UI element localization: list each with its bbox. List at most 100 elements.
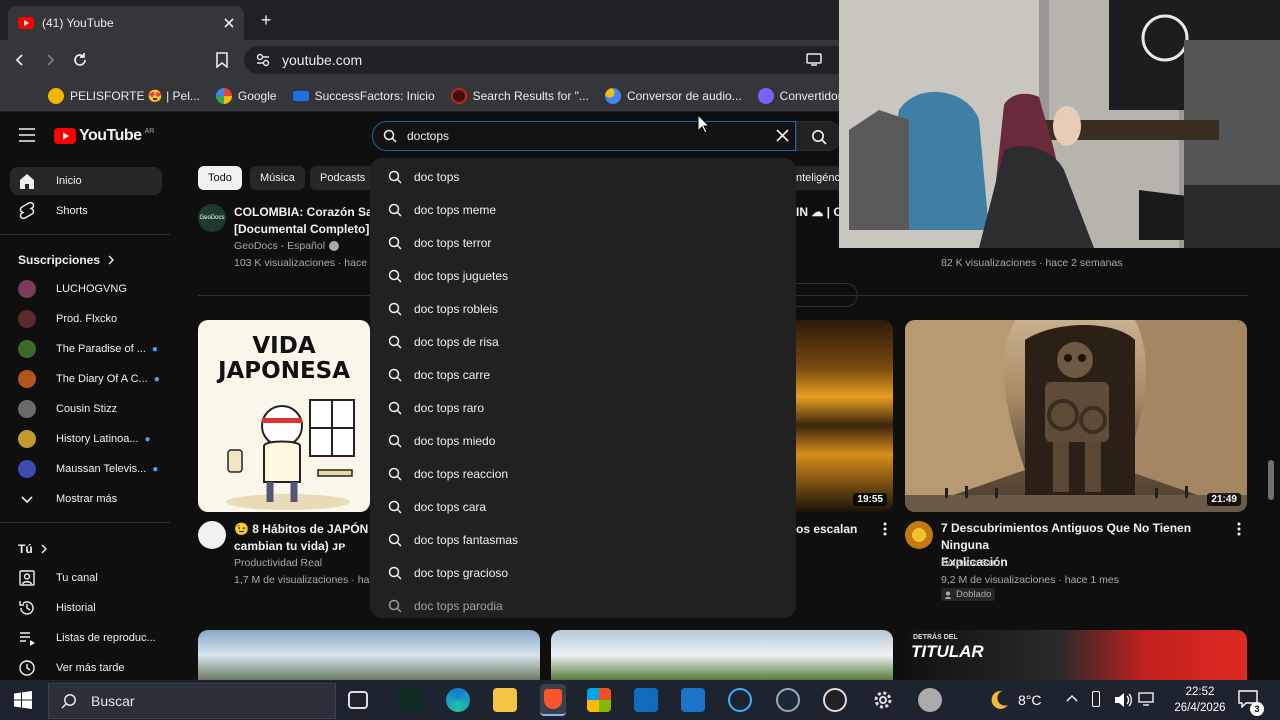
file-explorer-icon[interactable] — [493, 688, 517, 712]
tray-overflow-button[interactable] — [1066, 694, 1078, 702]
sidebar-item-inicio[interactable]: Inicio — [10, 167, 162, 195]
brave-browser-icon[interactable] — [540, 684, 566, 716]
clock[interactable]: 22:52 26/4/2026 — [1170, 684, 1230, 716]
show-more-button[interactable]: Mostrar más — [10, 485, 162, 513]
channel-name[interactable]: Productividad Real — [234, 557, 322, 569]
temperature[interactable]: 8°C — [1018, 692, 1042, 708]
microsoft-store-icon[interactable] — [587, 688, 611, 712]
bookmark-search-results[interactable]: Search Results for "... — [450, 87, 589, 104]
menu-button[interactable] — [18, 128, 36, 142]
settings-button[interactable] — [872, 689, 894, 711]
media-player-icon[interactable] — [681, 688, 705, 712]
start-button[interactable] — [14, 691, 32, 709]
subscription-item[interactable]: Cousin Stizz — [10, 395, 162, 423]
bookmark-button[interactable] — [210, 48, 234, 72]
search-button[interactable] — [796, 121, 842, 151]
channel-avatar[interactable]: GeoDocs — [198, 204, 226, 232]
search-suggestion[interactable]: doc tops robleis — [388, 292, 788, 325]
url-text: youtube.com — [282, 52, 363, 68]
network-button[interactable] — [1138, 692, 1154, 706]
bookmark-google[interactable]: Google — [215, 87, 277, 104]
search-suggestion[interactable]: doc tops carre — [388, 358, 788, 391]
search-suggestion[interactable]: doc tops cara — [388, 490, 788, 523]
channel-avatar[interactable] — [198, 521, 226, 549]
channel-name[interactable]: Science Sun — [941, 557, 1000, 569]
chip-musica[interactable]: Música — [250, 166, 305, 190]
new-tab-button[interactable]: + — [256, 10, 276, 30]
search-suggestion[interactable]: doc tops raro — [388, 391, 788, 424]
video-thumbnail[interactable]: VIDA JAPONESA — [198, 320, 370, 512]
search-suggestion[interactable]: doc tops de risa — [388, 325, 788, 358]
search-input[interactable]: doctops — [372, 121, 796, 151]
sidebar-item-ver-mas-tarde[interactable]: Ver más tarde — [10, 654, 162, 682]
site-info-icon[interactable] — [256, 53, 270, 67]
search-suggestion[interactable]: doc tops gracioso — [388, 556, 788, 589]
address-bar[interactable]: youtube.com — [244, 46, 840, 74]
close-tab-icon[interactable] — [224, 18, 234, 28]
chip-podcasts[interactable]: Podcasts — [310, 166, 376, 190]
search-suggestion[interactable]: doc tops meme — [388, 193, 788, 226]
app-icon-green[interactable] — [398, 688, 422, 712]
video-thumbnail[interactable] — [198, 630, 540, 680]
search-icon — [388, 335, 402, 349]
bookmark-conversor[interactable]: Conversor de audio... — [604, 87, 742, 104]
suggestion-text: doc tops terror — [414, 235, 492, 250]
search-suggestion[interactable]: doc tops reaccion — [388, 457, 788, 490]
sidebar-item-listas[interactable]: Listas de reproduc... — [10, 624, 162, 652]
app-icon-gray[interactable] — [918, 688, 942, 712]
sidebar-item-shorts[interactable]: Shorts — [10, 197, 162, 225]
subscription-item[interactable]: The Diary Of A C... ● — [10, 365, 162, 393]
back-button[interactable] — [8, 48, 32, 72]
bookmark-successfactors[interactable]: SuccessFactors: Inicio — [292, 89, 435, 103]
bookmark-pelisforte[interactable]: PELISFORTE 😍 | Pel... — [48, 87, 200, 104]
volume-button[interactable] — [1114, 692, 1132, 708]
clear-search-button[interactable] — [776, 129, 789, 142]
steam-icon[interactable] — [776, 688, 800, 712]
video-title[interactable]: 😉 8 Hábitos de JAPÓN q cambian tu vida) ᴊ… — [234, 521, 370, 555]
video-options-button[interactable] — [1236, 522, 1242, 536]
video-title[interactable]: COLOMBIA: Corazón Salv [Documental Comple… — [234, 204, 370, 238]
sidebar-item-historial[interactable]: Historial — [10, 594, 162, 622]
search-suggestion[interactable]: doc tops — [388, 160, 788, 193]
youtube-logo[interactable]: YouTube AR — [54, 127, 154, 145]
video-thumbnail[interactable]: DETRÁS DEL TITULAR — [905, 630, 1247, 680]
subscription-item[interactable]: Maussan Televis... ● — [10, 455, 162, 483]
outlook-icon[interactable] — [634, 688, 658, 712]
bookmark-convertidor[interactable]: Convertidor de — [757, 87, 840, 104]
browser-tab[interactable]: (41) YouTube — [8, 6, 244, 40]
search-suggestion[interactable]: doc tops terror — [388, 226, 788, 259]
video-options-button[interactable] — [882, 522, 888, 536]
cast-button[interactable] — [806, 52, 822, 66]
taskbar-search-input[interactable]: Buscar — [48, 683, 336, 719]
video-thumbnail[interactable] — [551, 630, 893, 680]
search-suggestion[interactable]: doc tops fantasmas — [388, 523, 788, 556]
subscriptions-header[interactable]: Suscripciones — [18, 253, 115, 267]
chip-todo[interactable]: Todo — [198, 166, 242, 190]
usb-device-icon[interactable] — [1092, 691, 1100, 707]
app-icon-c[interactable] — [728, 688, 752, 712]
forward-button[interactable] — [38, 48, 62, 72]
subscription-item[interactable]: LUCHOGVNG — [10, 275, 162, 303]
reload-button[interactable] — [68, 48, 92, 72]
video-title-partial[interactable]: os escalan — [796, 521, 857, 538]
task-view-icon[interactable] — [348, 691, 368, 709]
search-suggestion[interactable]: doc tops parodia — [388, 589, 788, 618]
new-content-dot: ● — [144, 433, 151, 445]
sidebar-item-tu-canal[interactable]: Tu canal — [10, 564, 162, 592]
channel-name[interactable]: GeoDocs - Español — [234, 240, 340, 252]
video-thumbnail[interactable]: 21:49 — [905, 320, 1247, 512]
search-suggestion[interactable]: doc tops juguetes — [388, 259, 788, 292]
channel-avatar[interactable] — [905, 521, 933, 549]
weather-widget[interactable] — [988, 689, 1010, 711]
search-suggestion[interactable]: doc tops miedo — [388, 424, 788, 457]
scrollbar-thumb[interactable] — [1268, 460, 1274, 500]
obs-studio-icon[interactable] — [823, 688, 847, 712]
video-thumbnail[interactable]: 19:55 — [796, 320, 893, 512]
video-title-partial[interactable]: IN ☁ | C — [796, 205, 842, 219]
subscription-item[interactable]: History Latinoa... ● — [10, 425, 162, 453]
subscription-item[interactable]: The Paradise of ... ● — [10, 335, 162, 363]
you-header[interactable]: Tú — [18, 542, 47, 556]
edge-browser-icon[interactable] — [446, 688, 470, 712]
subscription-item[interactable]: Prod. Flxcko — [10, 305, 162, 333]
show-more-pill[interactable] — [796, 283, 858, 307]
